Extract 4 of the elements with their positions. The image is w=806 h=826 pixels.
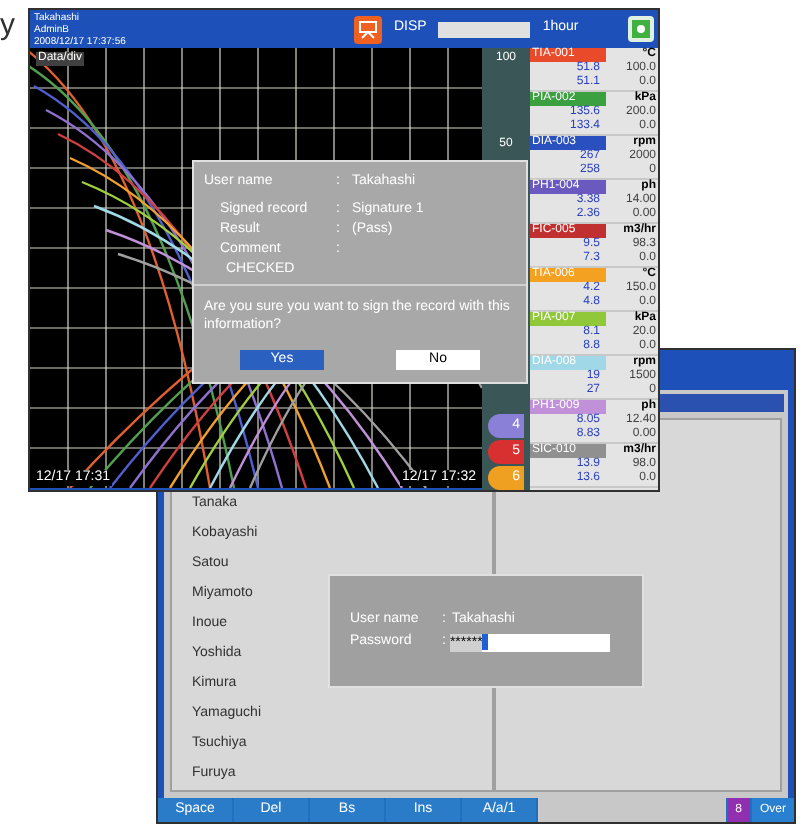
recorder-icon[interactable]: [354, 15, 382, 43]
stray-text: y: [0, 8, 15, 44]
status-icon[interactable]: [628, 16, 654, 42]
status-field: [438, 21, 531, 37]
